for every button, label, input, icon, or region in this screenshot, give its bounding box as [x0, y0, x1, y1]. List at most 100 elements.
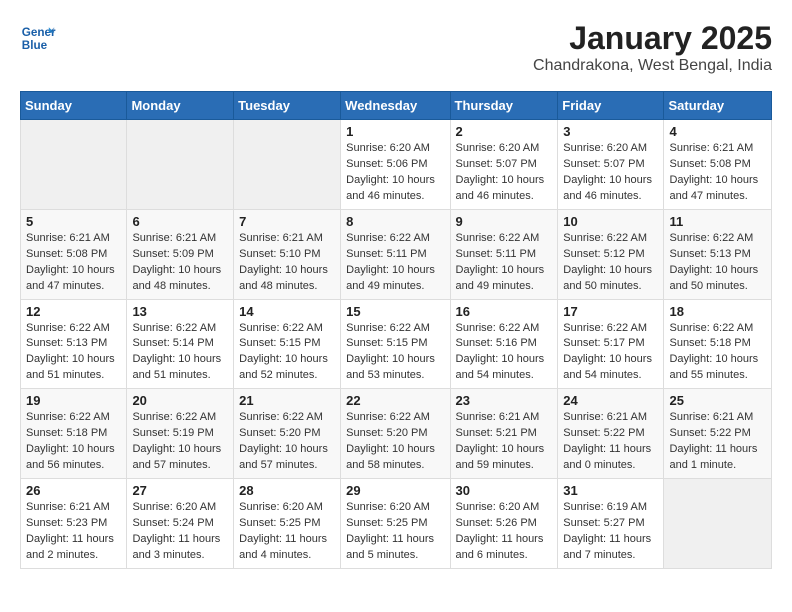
day-number: 9	[456, 214, 553, 229]
calendar-cell	[234, 120, 341, 210]
cell-content: Sunrise: 6:21 AM Sunset: 5:08 PM Dayligh…	[26, 231, 121, 295]
calendar-cell: 23 Sunrise: 6:21 AM Sunset: 5:21 PM Dayli…	[450, 389, 558, 479]
week-row-5: 26 Sunrise: 6:21 AM Sunset: 5:23 PM Dayli…	[21, 479, 772, 569]
calendar-cell: 4Sunrise: 6:21 AM Sunset: 5:08 PM Daylig…	[664, 120, 772, 210]
calendar-cell: 17 Sunrise: 6:22 AM Sunset: 5:17 PM Dayli…	[558, 299, 664, 389]
cell-content: Sunrise: 6:20 AM Sunset: 5:24 PM Dayligh…	[132, 500, 228, 564]
weekday-header-row: SundayMondayTuesdayWednesdayThursdayFrid…	[21, 92, 772, 120]
cell-content: Sunrise: 6:22 AM Sunset: 5:18 PM Dayligh…	[669, 321, 766, 385]
cell-content: Sunrise: 6:21 AM Sunset: 5:23 PM Dayligh…	[26, 500, 121, 564]
calendar-cell: 7Sunrise: 6:21 AM Sunset: 5:10 PM Daylig…	[234, 209, 341, 299]
calendar-cell	[127, 120, 234, 210]
calendar-cell	[21, 120, 127, 210]
svg-text:Blue: Blue	[22, 39, 48, 52]
day-number: 17	[563, 304, 658, 319]
calendar-cell: 24Sunrise: 6:21 AM Sunset: 5:22 PM Dayli…	[558, 389, 664, 479]
page-header: General Blue January 2025 Chandrakona, W…	[20, 20, 772, 75]
cell-content: Sunrise: 6:20 AM Sunset: 5:25 PM Dayligh…	[346, 500, 444, 564]
day-number: 28	[239, 483, 335, 498]
calendar-cell: 19 Sunrise: 6:22 AM Sunset: 5:18 PM Dayli…	[21, 389, 127, 479]
cell-content: Sunrise: 6:22 AM Sunset: 5:16 PM Dayligh…	[456, 321, 553, 385]
day-number: 10	[563, 214, 658, 229]
day-number: 22	[346, 393, 444, 408]
cell-content: Sunrise: 6:22 AM Sunset: 5:13 PM Dayligh…	[669, 231, 766, 295]
day-number: 19	[26, 393, 121, 408]
cell-content: Sunrise: 6:21 AM Sunset: 5:10 PM Dayligh…	[239, 231, 335, 295]
calendar-cell: 6Sunrise: 6:21 AM Sunset: 5:09 PM Daylig…	[127, 209, 234, 299]
day-number: 31	[563, 483, 658, 498]
calendar-cell: 8Sunrise: 6:22 AM Sunset: 5:11 PM Daylig…	[341, 209, 450, 299]
day-number: 5	[26, 214, 121, 229]
day-number: 15	[346, 304, 444, 319]
day-number: 20	[132, 393, 228, 408]
weekday-header-wednesday: Wednesday	[341, 92, 450, 120]
calendar-cell: 9 Sunrise: 6:22 AM Sunset: 5:11 PM Daylig…	[450, 209, 558, 299]
day-number: 13	[132, 304, 228, 319]
cell-content: Sunrise: 6:22 AM Sunset: 5:15 PM Dayligh…	[239, 321, 335, 385]
cell-content: Sunrise: 6:22 AM Sunset: 5:17 PM Dayligh…	[563, 321, 658, 385]
weekday-header-sunday: Sunday	[21, 92, 127, 120]
week-row-3: 12 Sunrise: 6:22 AM Sunset: 5:13 PM Dayli…	[21, 299, 772, 389]
title-block: January 2025 Chandrakona, West Bengal, I…	[533, 20, 772, 75]
calendar-cell: 27Sunrise: 6:20 AM Sunset: 5:24 PM Dayli…	[127, 479, 234, 569]
day-number: 23	[456, 393, 553, 408]
cell-content: Sunrise: 6:22 AM Sunset: 5:14 PM Dayligh…	[132, 321, 228, 385]
cell-content: Sunrise: 6:22 AM Sunset: 5:20 PM Dayligh…	[239, 410, 335, 474]
day-number: 25	[669, 393, 766, 408]
calendar-cell: 18 Sunrise: 6:22 AM Sunset: 5:18 PM Dayli…	[664, 299, 772, 389]
calendar-cell: 16 Sunrise: 6:22 AM Sunset: 5:16 PM Dayli…	[450, 299, 558, 389]
cell-content: Sunrise: 6:19 AM Sunset: 5:27 PM Dayligh…	[563, 500, 658, 564]
weekday-header-saturday: Saturday	[664, 92, 772, 120]
calendar-cell: 5 Sunrise: 6:21 AM Sunset: 5:08 PM Daylig…	[21, 209, 127, 299]
cell-content: Sunrise: 6:22 AM Sunset: 5:11 PM Dayligh…	[346, 231, 444, 295]
calendar-cell: 20 Sunrise: 6:22 AM Sunset: 5:19 PM Dayli…	[127, 389, 234, 479]
cell-content: Sunrise: 6:21 AM Sunset: 5:21 PM Dayligh…	[456, 410, 553, 474]
day-number: 24	[563, 393, 658, 408]
weekday-header-thursday: Thursday	[450, 92, 558, 120]
cell-content: Sunrise: 6:20 AM Sunset: 5:07 PM Dayligh…	[456, 141, 553, 205]
calendar-cell: 31 Sunrise: 6:19 AM Sunset: 5:27 PM Dayli…	[558, 479, 664, 569]
day-number: 18	[669, 304, 766, 319]
calendar-cell: 1Sunrise: 6:20 AM Sunset: 5:06 PM Daylig…	[341, 120, 450, 210]
day-number: 30	[456, 483, 553, 498]
day-number: 26	[26, 483, 121, 498]
day-number: 12	[26, 304, 121, 319]
day-number: 11	[669, 214, 766, 229]
calendar-cell: 28 Sunrise: 6:20 AM Sunset: 5:25 PM Dayli…	[234, 479, 341, 569]
calendar-table: SundayMondayTuesdayWednesdayThursdayFrid…	[20, 91, 772, 569]
logo-icon: General Blue	[20, 20, 56, 56]
week-row-2: 5 Sunrise: 6:21 AM Sunset: 5:08 PM Daylig…	[21, 209, 772, 299]
day-number: 6	[132, 214, 228, 229]
month-title: January 2025	[533, 20, 772, 57]
weekday-header-tuesday: Tuesday	[234, 92, 341, 120]
day-number: 16	[456, 304, 553, 319]
cell-content: Sunrise: 6:22 AM Sunset: 5:19 PM Dayligh…	[132, 410, 228, 474]
week-row-1: 1Sunrise: 6:20 AM Sunset: 5:06 PM Daylig…	[21, 120, 772, 210]
day-number: 14	[239, 304, 335, 319]
calendar-cell	[664, 479, 772, 569]
calendar-cell: 29 Sunrise: 6:20 AM Sunset: 5:25 PM Dayli…	[341, 479, 450, 569]
cell-content: Sunrise: 6:20 AM Sunset: 5:25 PM Dayligh…	[239, 500, 335, 564]
cell-content: Sunrise: 6:22 AM Sunset: 5:12 PM Dayligh…	[563, 231, 658, 295]
cell-content: Sunrise: 6:20 AM Sunset: 5:26 PM Dayligh…	[456, 500, 553, 564]
day-number: 29	[346, 483, 444, 498]
cell-content: Sunrise: 6:22 AM Sunset: 5:11 PM Dayligh…	[456, 231, 553, 295]
cell-content: Sunrise: 6:22 AM Sunset: 5:13 PM Dayligh…	[26, 321, 121, 385]
calendar-cell: 26 Sunrise: 6:21 AM Sunset: 5:23 PM Dayli…	[21, 479, 127, 569]
cell-content: Sunrise: 6:20 AM Sunset: 5:07 PM Dayligh…	[563, 141, 658, 205]
week-row-4: 19 Sunrise: 6:22 AM Sunset: 5:18 PM Dayli…	[21, 389, 772, 479]
calendar-cell: 21 Sunrise: 6:22 AM Sunset: 5:20 PM Dayli…	[234, 389, 341, 479]
weekday-header-friday: Friday	[558, 92, 664, 120]
location: Chandrakona, West Bengal, India	[533, 57, 772, 75]
svg-text:General: General	[22, 26, 56, 39]
calendar-cell: 3 Sunrise: 6:20 AM Sunset: 5:07 PM Daylig…	[558, 120, 664, 210]
calendar-cell: 2 Sunrise: 6:20 AM Sunset: 5:07 PM Daylig…	[450, 120, 558, 210]
day-number: 3	[563, 124, 658, 139]
calendar-cell: 10 Sunrise: 6:22 AM Sunset: 5:12 PM Dayli…	[558, 209, 664, 299]
calendar-cell: 14 Sunrise: 6:22 AM Sunset: 5:15 PM Dayli…	[234, 299, 341, 389]
day-number: 2	[456, 124, 553, 139]
cell-content: Sunrise: 6:22 AM Sunset: 5:18 PM Dayligh…	[26, 410, 121, 474]
cell-content: Sunrise: 6:21 AM Sunset: 5:22 PM Dayligh…	[669, 410, 766, 474]
calendar-cell: 15Sunrise: 6:22 AM Sunset: 5:15 PM Dayli…	[341, 299, 450, 389]
day-number: 21	[239, 393, 335, 408]
